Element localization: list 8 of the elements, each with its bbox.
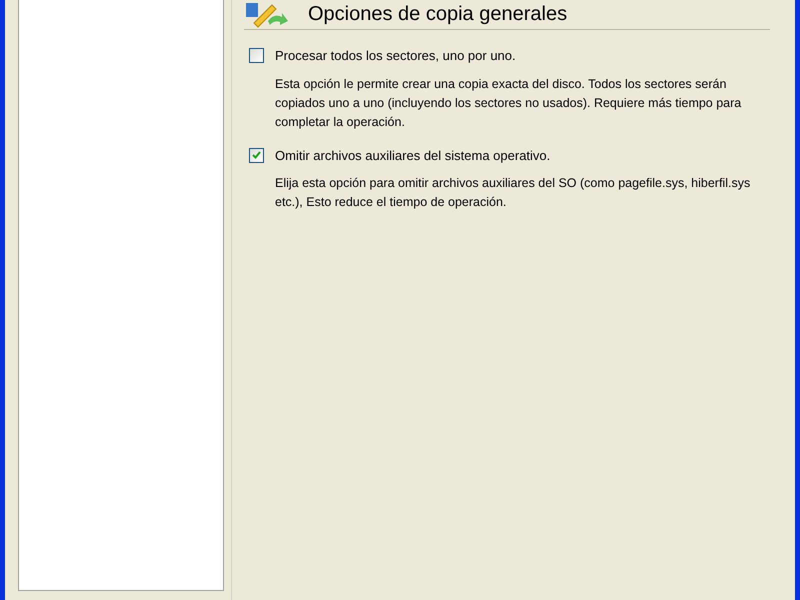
option-description: Esta opción le permite crear una copia exacta del disco. Todos los sectores serán copiados uno a uno (incluyendo los sectores no usados). Requiere más tiempo para completar la operación. xyxy=(274,76,742,131)
section-heading: Opciones de copia generales xyxy=(308,2,568,26)
option-description: Elija esta opción para omitir archivos auxiliares del SO (como pagefile.sys, hiberfil.sys etc.), Esto reduce el tiempo de operación. xyxy=(274,175,752,211)
checkbox[interactable] xyxy=(249,148,264,163)
check-icon xyxy=(252,151,261,160)
option-label[interactable]: Procesar todos los sectores, uno por uno. xyxy=(275,46,516,66)
checkbox[interactable] xyxy=(249,48,264,64)
option-label[interactable]: Omitir archivos auxiliares del sistema operativo. xyxy=(275,146,550,165)
